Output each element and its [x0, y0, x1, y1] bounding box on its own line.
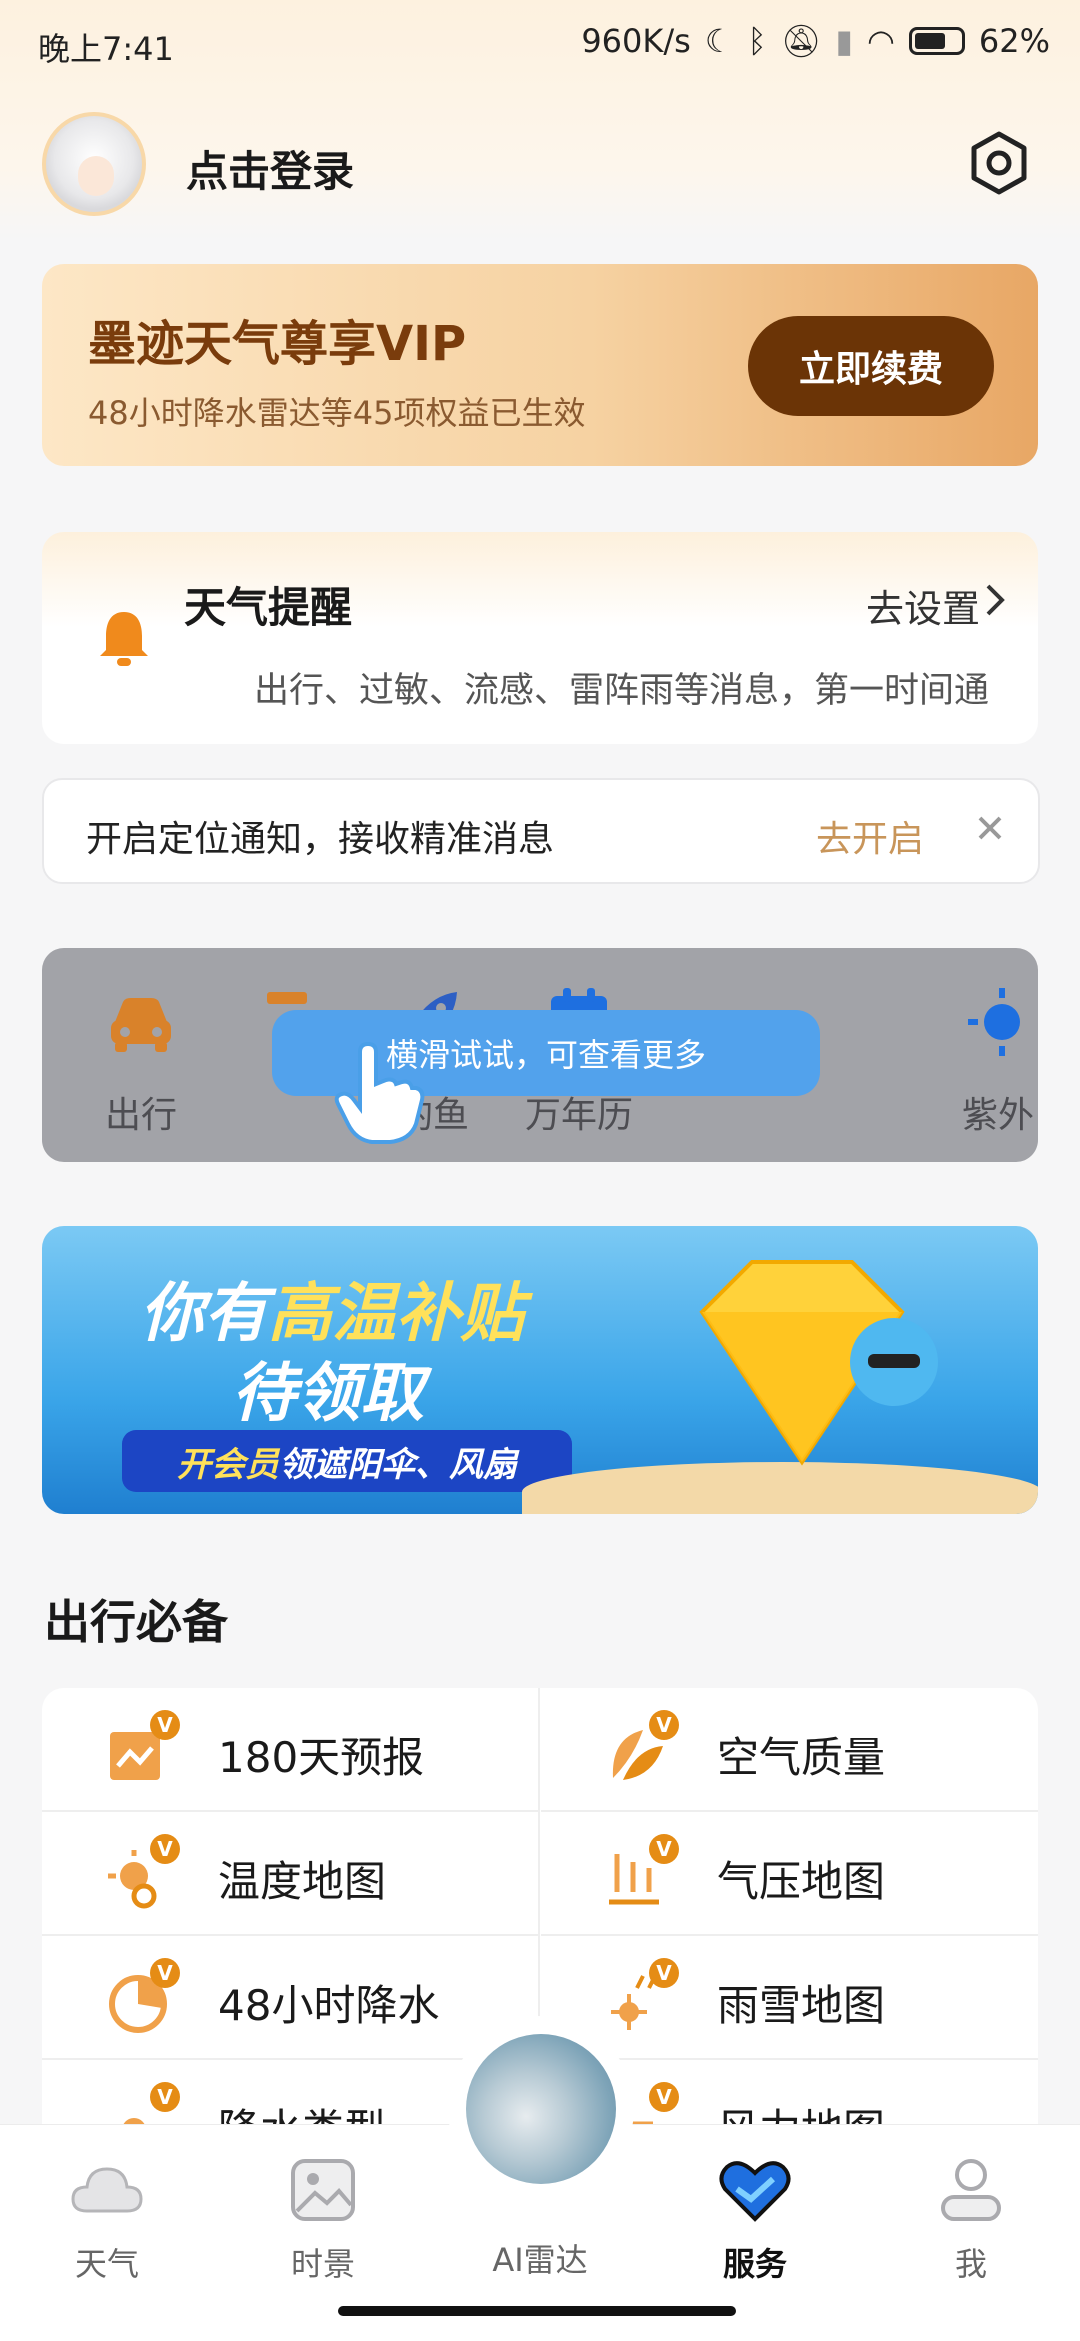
net-speed: 960K/s — [581, 22, 691, 60]
signal-icon: ▮ — [835, 22, 853, 60]
tool-label: 出行 — [104, 1095, 177, 1136]
mute-icon: 🔕︎ — [780, 22, 822, 60]
tab-label: 时景 — [290, 2245, 355, 2283]
tab-me[interactable]: 我 — [896, 2155, 1046, 2285]
vip-badge-icon: V — [150, 1958, 180, 1988]
settings-gear-icon[interactable] — [966, 130, 1032, 196]
notice-text: 开启定位通知，接收精准消息 — [86, 819, 555, 860]
vip-subtitle: 48小时降水雷达等45项权益已生效 — [88, 394, 586, 432]
feature-air-quality[interactable]: V 空气质量 — [541, 1688, 1038, 1812]
vip-badge-icon: V — [649, 2082, 679, 2112]
feature-label: 温度地图 — [218, 1857, 387, 1906]
chevron-right-icon[interactable] — [984, 582, 1008, 618]
status-time: 晚上7:41 — [38, 30, 174, 68]
tab-label: 天气 — [74, 2245, 139, 2283]
login-link[interactable]: 点击登录 — [186, 138, 354, 199]
feature-180-day-forecast[interactable]: V 180天预报 — [42, 1688, 539, 1812]
heart-service-icon — [719, 2161, 791, 2222]
feature-label: 空气质量 — [717, 1733, 886, 1782]
weather-reminder-card[interactable]: 天气提醒 去设置 出行、过敏、流感、雷阵雨等消息，第一时间通 — [42, 532, 1038, 744]
cloud-icon — [71, 2167, 143, 2213]
battery-icon — [908, 27, 965, 55]
vip-badge-icon: V — [150, 1710, 180, 1740]
sun-icon — [968, 988, 1020, 1056]
feature-48h-precipitation[interactable]: V 48小时降水 — [42, 1936, 539, 2060]
feature-label: 气压地图 — [717, 1857, 886, 1906]
feature-label: 雨雪地图 — [717, 1981, 886, 2030]
feature-label: 48小时降水 — [218, 1981, 440, 2030]
renew-button[interactable]: 立即续费 — [748, 316, 994, 416]
feature-temperature-map[interactable]: V 温度地图 — [42, 1812, 539, 1936]
diamond-illustration — [699, 1260, 938, 1466]
promo-banner[interactable]: 你有高温补贴 待领取 开会员 领遮阳伞、风扇 — [42, 1226, 1038, 1514]
swipe-hand-icon — [334, 1041, 425, 1144]
bell-icon — [100, 612, 148, 666]
vip-badge-icon: V — [649, 1958, 679, 1988]
vip-badge-icon: V — [649, 1834, 679, 1864]
home-indicator[interactable] — [338, 2306, 736, 2316]
tab-ai-radar[interactable]: AI雷达 — [465, 2235, 615, 2281]
reminder-description: 出行、过敏、流感、雷阵雨等消息，第一时间通 — [254, 671, 990, 711]
avatar[interactable] — [42, 112, 146, 216]
battery-percent: 62% — [978, 22, 1050, 60]
feature-pressure-map[interactable]: V 气压地图 — [541, 1812, 1038, 1936]
tool-label: 紫外 — [962, 1095, 1035, 1136]
moon-icon: ☾ — [704, 22, 734, 60]
vip-badge-icon: V — [150, 2082, 180, 2112]
avatar-face — [78, 156, 114, 196]
tool-uv[interactable]: 紫外 — [962, 982, 1038, 1138]
enable-location-link[interactable]: 去开启 — [816, 810, 924, 862]
tab-label: AI雷达 — [492, 2241, 588, 2279]
reminder-title: 天气提醒 — [184, 583, 353, 632]
vip-title: 墨迹天气尊享VIP — [88, 316, 467, 372]
feature-label: 180天预报 — [218, 1733, 425, 1782]
bluetooth-icon: ᛒ — [747, 22, 767, 60]
feature-rain-snow-map[interactable]: V 雨雪地图 — [541, 1936, 1038, 2060]
location-notice: 开启定位通知，接收精准消息 去开启 — [42, 778, 1040, 884]
tab-label: 服务 — [722, 2245, 787, 2283]
banner-pill: 开会员 领遮阳伞、风扇 — [122, 1430, 572, 1492]
car-icon — [111, 998, 171, 1052]
wifi-icon: ◠ — [866, 22, 895, 60]
tab-weather[interactable]: 天气 — [32, 2155, 182, 2285]
tab-services[interactable]: 服务 — [680, 2155, 830, 2285]
vip-badge-icon: V — [150, 1834, 180, 1864]
vip-badge-icon: V — [649, 1710, 679, 1740]
close-icon[interactable] — [972, 810, 1008, 846]
status-bar: 晚上7:41 960K/s ☾ ᛒ 🔕︎ ▮ ◠ 62% — [0, 0, 1080, 90]
banner-line1: 你有高温补贴 — [140, 1277, 524, 1351]
image-icon — [291, 2159, 355, 2221]
user-icon — [941, 2159, 1001, 2221]
reminder-settings-link[interactable]: 去设置 — [866, 578, 980, 633]
banner-line2: 待领取 — [232, 1357, 424, 1431]
vip-card[interactable]: 墨迹天气尊享VIP 48小时降水雷达等45项权益已生效 立即续费 — [42, 264, 1038, 466]
tab-label: 我 — [954, 2245, 987, 2283]
tab-live-scene[interactable]: 时景 — [248, 2155, 398, 2285]
tool-travel[interactable]: 出行 — [66, 982, 216, 1138]
ai-radar-button[interactable] — [466, 2034, 616, 2184]
section-title: 出行必备 — [44, 1595, 228, 1649]
